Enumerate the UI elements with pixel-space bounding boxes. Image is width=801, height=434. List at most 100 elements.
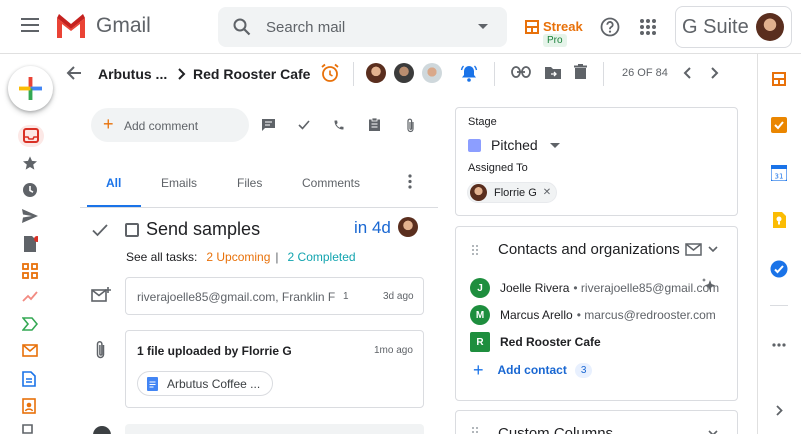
task-checkbox[interactable] xyxy=(125,223,139,237)
add-contact-label: Add contact xyxy=(497,363,567,377)
expand-side-panel-icon[interactable] xyxy=(776,405,783,416)
file-upload-title: 1 file uploaded by Florrie G xyxy=(137,344,292,358)
reports-icon[interactable] xyxy=(22,290,40,308)
assignee-name: Florrie G xyxy=(494,186,537,199)
search-options-icon[interactable] xyxy=(478,24,488,29)
comment-icon[interactable] xyxy=(262,119,275,131)
assignee-chip[interactable]: Florrie G ✕ xyxy=(467,182,557,203)
drafts-icon[interactable] xyxy=(22,236,40,254)
tab-comments[interactable]: Comments xyxy=(302,176,360,190)
drag-handle-icon[interactable] xyxy=(472,245,478,255)
stage-color-swatch xyxy=(468,138,481,152)
collaborator-avatar-2[interactable] xyxy=(394,63,414,83)
link-icon[interactable] xyxy=(511,66,531,78)
google-calendar-icon[interactable]: 31 xyxy=(771,165,787,181)
gsuite-account-button[interactable]: G Suite xyxy=(675,6,792,48)
starred-icon[interactable] xyxy=(22,155,40,173)
tab-files[interactable]: Files xyxy=(237,176,262,190)
streak-logo-icon xyxy=(525,19,539,34)
breadcrumb-organization[interactable]: Red Rooster Cafe xyxy=(193,66,310,82)
meeting-notes-icon[interactable] xyxy=(369,118,380,131)
search-bar[interactable]: Search mail xyxy=(218,7,507,47)
email-thread-card[interactable]: riverajoelle85@gmail.com, Franklin F 1 3… xyxy=(125,277,424,315)
mail-merge-icon[interactable] xyxy=(22,344,40,362)
add-contact-count-badge: 3 xyxy=(574,362,593,378)
email-contacts-icon[interactable] xyxy=(685,243,702,256)
google-tasks-check-icon[interactable] xyxy=(770,260,788,278)
google-keep-icon[interactable] xyxy=(772,212,786,228)
tab-emails[interactable]: Emails xyxy=(161,176,197,190)
contacts-icon[interactable] xyxy=(22,398,40,416)
add-comment-input[interactable]: + Add comment xyxy=(91,108,249,142)
breadcrumb-box[interactable]: Arbutus ... xyxy=(98,66,167,82)
remove-assignee-icon[interactable]: ✕ xyxy=(543,187,551,198)
collapse-custom-columns-icon[interactable] xyxy=(708,430,718,434)
upcoming-tasks-link[interactable]: 2 Upcoming xyxy=(206,250,270,264)
tasks-chevron-icon[interactable] xyxy=(22,317,40,335)
help-icon[interactable] xyxy=(600,17,620,37)
tab-all[interactable]: All xyxy=(106,176,121,190)
tabs-more-icon[interactable] xyxy=(408,174,412,189)
next-item-avatar xyxy=(93,426,111,434)
next-item-card xyxy=(125,424,424,434)
documents-icon[interactable] xyxy=(22,371,40,389)
notifications-bell-icon[interactable] xyxy=(460,64,478,82)
google-doc-icon xyxy=(147,376,158,391)
main-menu-icon[interactable] xyxy=(21,18,39,32)
collapse-contacts-icon[interactable] xyxy=(708,246,718,252)
contact-email: • riverajoelle85@gmail.com xyxy=(573,281,720,295)
phone-call-icon[interactable] xyxy=(333,119,345,131)
snoozed-icon[interactable] xyxy=(22,182,40,200)
streak-pipelines-icon[interactable] xyxy=(22,263,40,281)
search-icon[interactable] xyxy=(233,18,251,36)
file-upload-card: 1 file uploaded by Florrie G 1mo ago Arb… xyxy=(125,330,424,408)
back-arrow-icon[interactable] xyxy=(66,65,82,81)
contact-row[interactable]: M Marcus Arello • marcus@redrooster.com xyxy=(470,305,720,325)
file-chip[interactable]: Arbutus Coffee ... xyxy=(137,371,273,396)
google-tasks-icon[interactable] xyxy=(771,117,787,133)
toolbar-divider xyxy=(603,62,604,86)
task-due-date: in 4d xyxy=(354,218,391,237)
previous-page-icon[interactable] xyxy=(683,67,691,79)
stage-dropdown[interactable]: Pitched xyxy=(468,137,560,153)
gmail-logo[interactable]: Gmail xyxy=(55,14,151,38)
organization-row[interactable]: R Red Rooster Cafe xyxy=(470,332,601,352)
app-name: Gmail xyxy=(96,14,151,37)
email-item-icon xyxy=(91,287,111,303)
organization-name: Red Rooster Cafe xyxy=(500,335,601,349)
task-title[interactable]: Send samples xyxy=(146,219,260,240)
completed-tasks-link[interactable]: 2 Completed xyxy=(288,250,356,264)
streak-label: Streak xyxy=(543,19,583,34)
top-bar: Gmail Search mail Streak Pro G Suite xyxy=(0,0,801,54)
stage-dropdown-icon xyxy=(549,142,560,148)
next-page-icon[interactable] xyxy=(711,67,719,79)
contact-row[interactable]: J Joelle Rivera • riverajoelle85@gmail.c… xyxy=(470,278,720,298)
streak-button[interactable]: Streak xyxy=(525,19,583,34)
file-upload-time: 1mo ago xyxy=(374,345,413,356)
inbox-icon[interactable] xyxy=(22,128,40,146)
see-all-tasks-label: See all tasks: xyxy=(126,250,198,264)
assigned-to-label: Assigned To xyxy=(468,162,528,174)
reminder-alarm-icon[interactable] xyxy=(320,63,340,83)
drag-handle-icon[interactable] xyxy=(472,427,478,434)
compose-button[interactable] xyxy=(8,66,53,111)
get-addons-more-icon[interactable] xyxy=(772,343,786,347)
checkmark-task-icon[interactable] xyxy=(298,120,310,130)
streak-sidebar-icon[interactable] xyxy=(772,72,786,86)
apps-grid-icon[interactable] xyxy=(640,19,656,35)
magic-sparkle-icon[interactable] xyxy=(701,277,717,293)
collaborator-avatar-1[interactable] xyxy=(366,63,386,83)
more-rail-icon[interactable] xyxy=(22,424,40,434)
delete-trash-icon[interactable] xyxy=(574,64,587,80)
stage-card: Stage Pitched Assigned To Florrie G ✕ xyxy=(455,107,738,216)
collaborator-avatar-3[interactable] xyxy=(422,63,442,83)
task-complete-icon xyxy=(92,224,108,237)
add-contact-plus-icon: + xyxy=(473,360,484,380)
email-time: 3d ago xyxy=(383,291,414,302)
sent-icon[interactable] xyxy=(22,209,40,227)
pagination-count: 26 OF 84 xyxy=(622,67,668,79)
add-contact-button[interactable]: + Add contact 3 xyxy=(473,360,593,380)
attachment-icon[interactable] xyxy=(406,118,415,133)
search-input[interactable]: Search mail xyxy=(266,19,345,36)
move-folder-icon[interactable] xyxy=(545,66,561,79)
